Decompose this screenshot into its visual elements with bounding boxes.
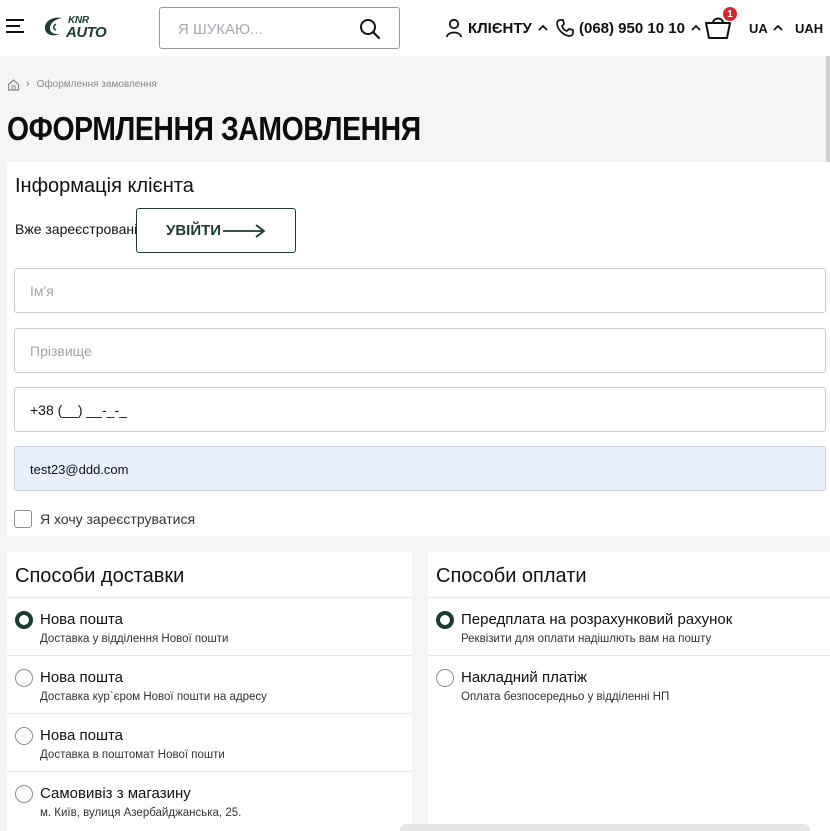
delivery-option-name: Самовивіз з магазину xyxy=(40,785,191,802)
payment-section: Способи оплати Передплата на розрахунков… xyxy=(428,552,830,831)
payment-option[interactable]: Передплата на розрахунковий рахунок Рекві… xyxy=(428,597,830,655)
client-label: КЛІЄНТУ xyxy=(468,19,532,37)
breadcrumb-separator-icon: › xyxy=(26,78,30,90)
delivery-radio[interactable] xyxy=(15,727,33,745)
chevron-up-icon xyxy=(538,24,548,31)
payment-radio[interactable] xyxy=(436,669,454,687)
language-selector[interactable]: UA xyxy=(749,16,784,40)
delivery-option[interactable]: Самовивіз з магазину м. Київ, вулиця Азер… xyxy=(7,771,412,829)
login-button-label: УВІЙТИ xyxy=(166,222,222,239)
register-checkbox[interactable] xyxy=(14,510,32,528)
phone-number: (068) 950 10 10 xyxy=(579,19,685,37)
delivery-option-name: Нова пошта xyxy=(40,669,124,686)
site-logo[interactable]: KNR AUTO xyxy=(42,14,112,42)
delivery-radio[interactable] xyxy=(15,611,33,629)
delivery-options: Нова пошта Доставка у відділення Нової по… xyxy=(7,597,412,829)
search-input[interactable] xyxy=(178,19,358,39)
delivery-option-description: Доставка в поштомат Нової пошти xyxy=(40,749,225,761)
site-header: KNR AUTO КЛІЄНТУ (068) 950 10 10 1 xyxy=(0,0,830,56)
register-checkbox-label: Я хочу зареєструватися xyxy=(40,511,196,527)
currency-selector[interactable]: UAH xyxy=(795,16,823,40)
phone-icon xyxy=(556,19,574,37)
delivery-radio[interactable] xyxy=(15,785,33,803)
delivery-radio[interactable] xyxy=(15,669,33,687)
first-name-input[interactable] xyxy=(30,281,790,301)
delivery-title: Способи доставки xyxy=(15,565,185,587)
delivery-option-description: Доставка кур`єром Нової пошти на адресу xyxy=(40,691,267,703)
home-icon[interactable] xyxy=(7,78,20,91)
payment-title: Способи оплати xyxy=(436,565,587,587)
payment-option-name: Накладний платіж xyxy=(461,669,588,686)
user-icon xyxy=(446,18,462,38)
delivery-option-name: Нова пошта xyxy=(40,727,124,744)
payment-radio[interactable] xyxy=(436,611,454,629)
phone-field-box xyxy=(14,387,826,432)
chevron-up-icon xyxy=(691,24,701,31)
phone-input[interactable] xyxy=(30,400,790,420)
first-name-field-box xyxy=(14,268,826,313)
search-icon[interactable] xyxy=(359,18,381,40)
delivery-option-description: м. Київ, вулиця Азербайджанська, 25. xyxy=(40,807,242,819)
delivery-option[interactable]: Нова пошта Доставка кур`єром Нової пошти … xyxy=(7,655,412,713)
menu-icon[interactable] xyxy=(6,19,24,35)
page-title: ОФОРМЛЕННЯ ЗАМОВЛЕННЯ xyxy=(7,110,421,147)
client-info-section: Інформація клієнта Вже зареєстровані? УВ… xyxy=(7,162,830,536)
phone-menu[interactable]: (068) 950 10 10 xyxy=(555,16,702,40)
delivery-option-name: Нова пошта xyxy=(40,611,124,628)
logo-swoosh-icon xyxy=(44,17,62,36)
delivery-option-description: Доставка у відділення Нової пошти xyxy=(40,633,229,645)
currency-label: UAH xyxy=(795,20,824,36)
language-label: UA xyxy=(749,20,768,36)
payment-option-description: Оплата безпосередньо у відділенні НП xyxy=(461,691,670,703)
breadcrumb-current: Оформлення замовлення xyxy=(36,78,157,90)
email-field-box xyxy=(14,446,826,491)
client-info-title: Інформація клієнта xyxy=(15,175,194,197)
delivery-option[interactable]: Нова пошта Доставка у відділення Нової по… xyxy=(7,597,412,655)
last-name-input[interactable] xyxy=(30,341,790,361)
payment-option-name: Передплата на розрахунковий рахунок xyxy=(461,611,733,628)
payment-option-description: Реквізити для оплати надішлють вам на по… xyxy=(461,633,712,645)
bottom-panel-edge xyxy=(400,824,810,831)
breadcrumb: › Оформлення замовлення xyxy=(7,76,157,92)
client-menu[interactable]: КЛІЄНТУ xyxy=(445,16,549,40)
email-input[interactable] xyxy=(30,459,790,479)
last-name-field-box xyxy=(14,328,826,373)
arrow-right-icon xyxy=(223,224,266,238)
delivery-section: Способи доставки Нова пошта Доставка у ві… xyxy=(7,552,412,831)
search-box xyxy=(159,7,400,49)
register-checkbox-row[interactable]: Я хочу зареєструватися xyxy=(14,509,195,529)
registered-question: Вже зареєстровані? xyxy=(15,221,145,237)
payment-options: Передплата на розрахунковий рахунок Рекві… xyxy=(428,597,830,713)
chevron-up-icon xyxy=(773,24,783,31)
login-button[interactable]: УВІЙТИ xyxy=(136,208,296,253)
payment-option[interactable]: Накладний платіж Оплата безпосередньо у в… xyxy=(428,655,830,713)
delivery-option[interactable]: Нова пошта Доставка в поштомат Нової пошт… xyxy=(7,713,412,771)
logo-text-bottom: AUTO xyxy=(66,24,107,41)
cart-count-badge: 1 xyxy=(723,7,737,21)
